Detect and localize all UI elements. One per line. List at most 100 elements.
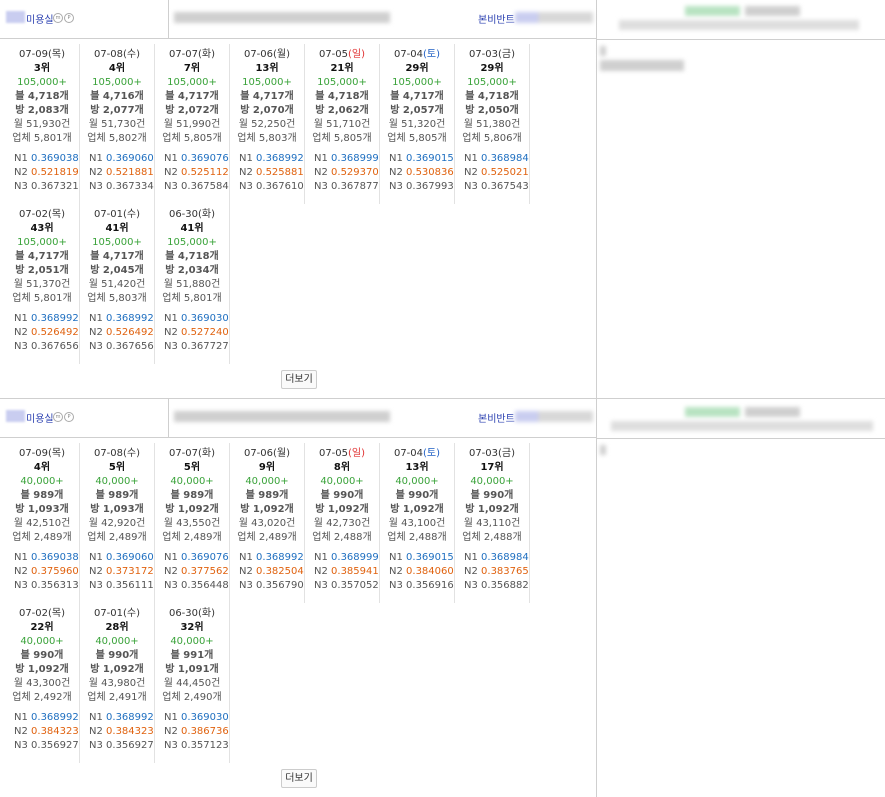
more-button[interactable]: 더보기 — [281, 769, 317, 788]
blog-count: 블 990개 — [470, 490, 514, 501]
day-date: 07-09(목) — [5, 48, 79, 62]
day-of-week: (토) — [423, 49, 441, 60]
n2-row: N2 0.386736 — [155, 725, 229, 739]
day-date: 07-02(목) — [5, 607, 79, 621]
day-card: 06-30(화) 41위 105,000+ 블 4,718개 방 2,034개 월 51,… — [155, 204, 230, 364]
n2-label: N2 — [14, 566, 28, 577]
n1-label: N1 — [14, 552, 28, 563]
business-count: 업체 5,805개 — [162, 133, 222, 144]
n2-label: N2 — [89, 566, 103, 577]
day-card: 07-09(목) 3위 105,000+ 블 4,718개 방 2,083개 월 51,9… — [5, 44, 80, 204]
monthly-searches: 월 43,980건 — [88, 678, 146, 689]
n3-value: 0.367334 — [106, 181, 154, 192]
day-of-week: (화) — [198, 448, 216, 459]
price-value: 105,000+ — [167, 237, 217, 248]
redacted-side-subtitle — [619, 20, 859, 30]
n2-label: N2 — [389, 566, 403, 577]
n1-label: N1 — [89, 153, 103, 164]
day-card: 07-07(화) 7위 105,000+ 블 4,717개 방 2,072개 월 51,9… — [155, 44, 230, 204]
badge-icon: m — [53, 412, 63, 422]
n1-value: 0.368992 — [31, 712, 79, 723]
n2-label: N2 — [239, 167, 253, 178]
rank-value: 43위 — [30, 223, 54, 234]
n3-value: 0.356927 — [106, 740, 154, 751]
brand-link[interactable]: 본비반트 — [478, 410, 515, 425]
blog-count: 블 4,717개 — [15, 251, 69, 262]
rank-value: 13위 — [255, 63, 279, 74]
date-text: 07-06 — [243, 49, 274, 60]
business-count: 업체 5,801개 — [162, 293, 222, 304]
shop-section-2: 미용실 m P 본비반트 07-09(목) 4위 40,000+ 블 989개 방 1,… — [0, 398, 885, 797]
rank-value: 5위 — [108, 462, 126, 473]
n3-label: N3 — [164, 181, 178, 192]
n3-value: 0.356927 — [31, 740, 79, 751]
shop-name-link[interactable]: 미용실 — [26, 410, 54, 425]
n2-row: N2 0.526492 — [5, 326, 79, 340]
n2-row: N2 0.521881 — [80, 166, 154, 180]
visit-count: 방 2,072개 — [165, 105, 219, 116]
business-count: 업체 5,801개 — [12, 133, 72, 144]
day-of-week: (수) — [123, 608, 141, 619]
visit-count: 방 2,034개 — [165, 265, 219, 276]
price-value: 40,000+ — [320, 476, 364, 487]
blog-count: 블 4,718개 — [315, 91, 369, 102]
n2-value: 0.525021 — [481, 167, 529, 178]
business-count: 업체 2,492개 — [12, 692, 72, 703]
price-value: 40,000+ — [245, 476, 289, 487]
n2-label: N2 — [164, 327, 178, 338]
date-text: 07-07 — [168, 448, 199, 459]
n2-row: N2 0.529370 — [305, 166, 379, 180]
shop-header: 미용실 m P 본비반트 — [0, 399, 596, 438]
price-value: 40,000+ — [470, 476, 514, 487]
n3-row: N3 0.356313 — [5, 579, 79, 593]
visit-count: 방 1,091개 — [165, 664, 219, 675]
n2-row: N2 0.385941 — [305, 565, 379, 579]
more-button[interactable]: 더보기 — [281, 370, 317, 389]
monthly-searches: 월 51,880건 — [163, 279, 221, 290]
n2-value: 0.530836 — [406, 167, 454, 178]
n1-row: N1 0.369030 — [155, 711, 229, 725]
day-of-week: (목) — [48, 608, 66, 619]
n2-label: N2 — [164, 167, 178, 178]
monthly-searches: 월 44,450건 — [163, 678, 221, 689]
n1-label: N1 — [14, 712, 28, 723]
day-card: 07-01(수) 41위 105,000+ 블 4,717개 방 2,045개 월 51,… — [80, 204, 155, 364]
n3-value: 0.367877 — [331, 181, 379, 192]
brand-link[interactable]: 본비반트 — [478, 11, 515, 26]
business-count: 업체 5,806개 — [462, 133, 522, 144]
redacted-side-subtitle — [611, 421, 873, 431]
n1-value: 0.369038 — [31, 153, 79, 164]
date-text: 07-05 — [318, 49, 349, 60]
n1-label: N1 — [14, 153, 28, 164]
n3-row: N3 0.357052 — [305, 579, 379, 593]
day-of-week: (월) — [273, 448, 291, 459]
day-card: 07-07(화) 5위 40,000+ 블 989개 방 1,092개 월 43,550건… — [155, 443, 230, 603]
shop-name-link[interactable]: 미용실 — [26, 11, 54, 26]
monthly-searches: 월 51,710건 — [313, 119, 371, 130]
day-grid: 07-09(목) 3위 105,000+ 블 4,718개 방 2,083개 월 51,9… — [5, 44, 530, 364]
badge-icon: m — [53, 13, 63, 23]
n3-label: N3 — [89, 181, 103, 192]
n1-label: N1 — [239, 153, 253, 164]
price-value: 40,000+ — [20, 476, 64, 487]
visit-count: 방 1,092개 — [315, 504, 369, 515]
visit-count: 방 1,092개 — [165, 504, 219, 515]
n2-value: 0.382504 — [256, 566, 304, 577]
day-of-week: (일) — [348, 448, 366, 459]
rank-value: 9위 — [258, 462, 276, 473]
day-of-week: (화) — [198, 608, 216, 619]
price-value: 40,000+ — [20, 636, 64, 647]
n1-value: 0.369076 — [181, 153, 229, 164]
n1-row: N1 0.369015 — [380, 551, 454, 565]
redacted-keyword — [174, 411, 390, 422]
n1-row: N1 0.369060 — [80, 152, 154, 166]
monthly-searches: 월 43,100건 — [388, 518, 446, 529]
price-value: 105,000+ — [317, 77, 367, 88]
date-text: 07-09 — [18, 448, 49, 459]
n3-label: N3 — [314, 580, 328, 591]
price-value: 105,000+ — [392, 77, 442, 88]
n3-value: 0.367656 — [106, 341, 154, 352]
n3-row: N3 0.367877 — [305, 180, 379, 194]
day-card: 06-30(화) 32위 40,000+ 블 991개 방 1,091개 월 44,450… — [155, 603, 230, 763]
n1-value: 0.368999 — [331, 153, 379, 164]
